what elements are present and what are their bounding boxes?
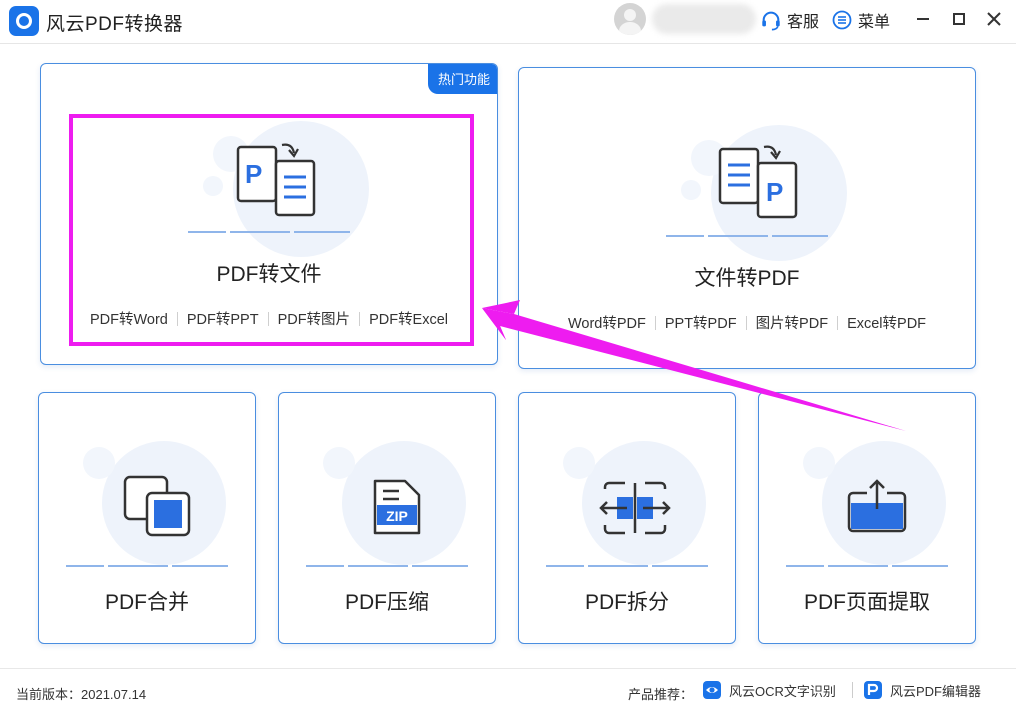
ocr-eye-icon (703, 681, 721, 699)
recommend-label: 产品推荐： (628, 687, 694, 702)
card-file-to-pdf[interactable]: P 文件转PDF Word转PDF PPT转PDF 图片转PDF Excel转P… (518, 67, 976, 369)
minimize-icon (917, 18, 929, 20)
card-pdf-merge[interactable]: PDF合并 (38, 392, 256, 644)
close-button[interactable] (984, 9, 1004, 29)
extract-icon (847, 479, 907, 533)
version-number: 2021.07.14 (81, 687, 147, 702)
svg-text:P: P (766, 177, 783, 207)
dashed-divider (546, 565, 712, 567)
link-image-to-pdf[interactable]: 图片转PDF (747, 312, 838, 333)
product-pdf-editor-link[interactable]: 风云PDF编辑器 (864, 679, 981, 701)
link-ppt-to-pdf[interactable]: PPT转PDF (656, 312, 746, 333)
title-bar: 风云PDF转换器 客服 菜单 (0, 0, 1016, 44)
product-pdf-editor-label: 风云PDF编辑器 (890, 683, 982, 699)
card-pdf-page-extract[interactable]: PDF页面提取 (758, 392, 976, 644)
card-title: PDF页面提取 (804, 591, 930, 614)
maximize-icon (953, 13, 965, 25)
card-title: PDF合并 (105, 591, 189, 614)
card-title: 文件转PDF (694, 267, 800, 290)
service-label: 客服 (787, 14, 820, 31)
dashed-divider (66, 565, 232, 567)
merge-icon (123, 475, 191, 537)
annotation-highlight-box (69, 114, 474, 346)
dashed-divider (786, 565, 952, 567)
version-label: 当前版本： (16, 687, 82, 702)
app-logo-icon (9, 6, 39, 36)
dashed-divider (666, 235, 832, 237)
dashed-divider (306, 565, 472, 567)
status-footer: 当前版本：2021.07.14 产品推荐： 风云OCR文字识别 风云PDF编辑器 (0, 668, 1016, 710)
zip-icon: ZIP (373, 479, 421, 535)
footer-separator (852, 682, 853, 698)
file-to-pdf-links: Word转PDF PPT转PDF 图片转PDF Excel转PDF (519, 312, 975, 333)
headset-icon (762, 11, 780, 31)
product-ocr-label: 风云OCR文字识别 (729, 683, 836, 699)
hot-feature-badge: 热门功能 (427, 64, 497, 94)
card-title: PDF拆分 (585, 591, 669, 614)
minimize-button[interactable] (913, 9, 933, 29)
username-redacted[interactable] (652, 4, 756, 34)
customer-service-button[interactable]: 客服 (760, 9, 819, 31)
zip-icon-text: ZIP (386, 508, 408, 524)
app-title: 风云PDF转换器 (46, 14, 184, 35)
card-title: PDF压缩 (345, 591, 429, 614)
menu-button[interactable]: 菜单 (832, 9, 890, 31)
link-excel-to-pdf[interactable]: Excel转PDF (838, 312, 935, 333)
product-ocr-link[interactable]: 风云OCR文字识别 (703, 679, 836, 701)
menu-label: 菜单 (858, 14, 891, 31)
card-pdf-compress[interactable]: ZIP PDF压缩 (278, 392, 496, 644)
link-word-to-pdf[interactable]: Word转PDF (559, 312, 655, 333)
close-icon (987, 12, 1001, 26)
pdf-editor-icon (864, 681, 882, 699)
card-pdf-split[interactable]: PDF拆分 (518, 392, 736, 644)
version-info: 当前版本：2021.07.14 (16, 684, 146, 703)
split-icon (599, 481, 671, 535)
doc-to-pdf-icon: P (718, 145, 798, 219)
user-avatar[interactable] (614, 3, 646, 35)
maximize-button[interactable] (949, 9, 969, 29)
menu-list-icon (832, 10, 852, 30)
